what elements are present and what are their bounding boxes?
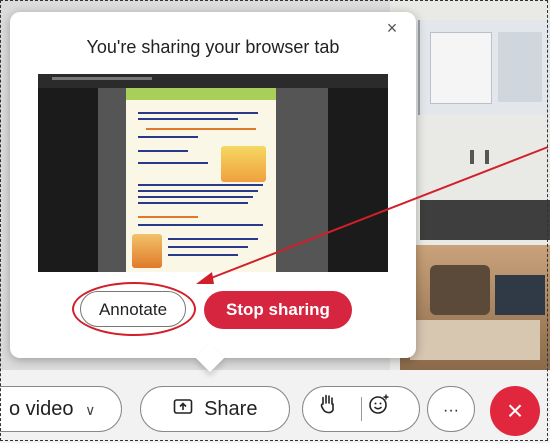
page-text-line (138, 190, 258, 192)
end-call-icon: × (506, 395, 524, 426)
sharing-popover: × You're sharing your browser tab Annota… (10, 12, 416, 373)
desk-object (410, 320, 540, 360)
page-text-line (138, 202, 248, 204)
reactions-button[interactable] (355, 386, 403, 432)
desk-object (430, 265, 490, 315)
video-button[interactable]: o video ∨ (0, 386, 122, 432)
end-call-button[interactable]: × (490, 386, 540, 436)
meeting-control-bar: o video ∨ Share ··· × (0, 370, 550, 443)
preview-tab-bar (38, 74, 388, 88)
annotate-button[interactable]: Annotate (80, 291, 186, 327)
page-table-line (146, 128, 256, 130)
page-illustration (132, 234, 162, 268)
share-button[interactable]: Share (140, 386, 290, 432)
desk-object (495, 275, 545, 315)
page-text-line (138, 118, 238, 120)
popover-actions: Annotate Stop sharing (10, 290, 416, 332)
page-text-line (138, 112, 258, 114)
video-button-label: o video (9, 398, 74, 420)
raise-hand-icon (319, 387, 337, 431)
share-button-label: Share (204, 398, 258, 420)
emoji-reaction-icon (368, 387, 390, 431)
page-illustration (221, 146, 266, 182)
more-options-button[interactable]: ··· (427, 386, 475, 432)
page-text-line (168, 246, 248, 248)
page-text-line (168, 238, 258, 240)
room-screen (418, 20, 550, 115)
page-text-line (138, 136, 198, 138)
popover-title: You're sharing your browser tab (86, 37, 340, 57)
raise-hand-button[interactable] (304, 386, 352, 432)
room-monitor (420, 200, 550, 240)
chevron-down-icon[interactable]: ∨ (85, 388, 95, 432)
page-text-line (138, 162, 208, 164)
close-icon[interactable]: × (382, 18, 402, 38)
room-screen-window (430, 32, 492, 104)
room-detail (485, 150, 489, 164)
page-text-line (138, 196, 253, 198)
shared-tab-preview (38, 74, 388, 272)
page-header-band (126, 88, 276, 100)
page-text-line (138, 224, 263, 226)
room-detail (470, 150, 474, 164)
more-icon: ··· (443, 402, 459, 419)
page-subheading (138, 216, 198, 218)
preview-page (126, 88, 276, 272)
share-screen-icon (173, 388, 193, 432)
room-desk (400, 245, 550, 370)
page-text-line (168, 254, 238, 256)
page-text-line (138, 184, 263, 186)
stop-sharing-button[interactable]: Stop sharing (204, 291, 352, 329)
page-text-line (138, 150, 188, 152)
preview-tab-text (52, 77, 152, 80)
room-screen-panel (498, 32, 542, 102)
